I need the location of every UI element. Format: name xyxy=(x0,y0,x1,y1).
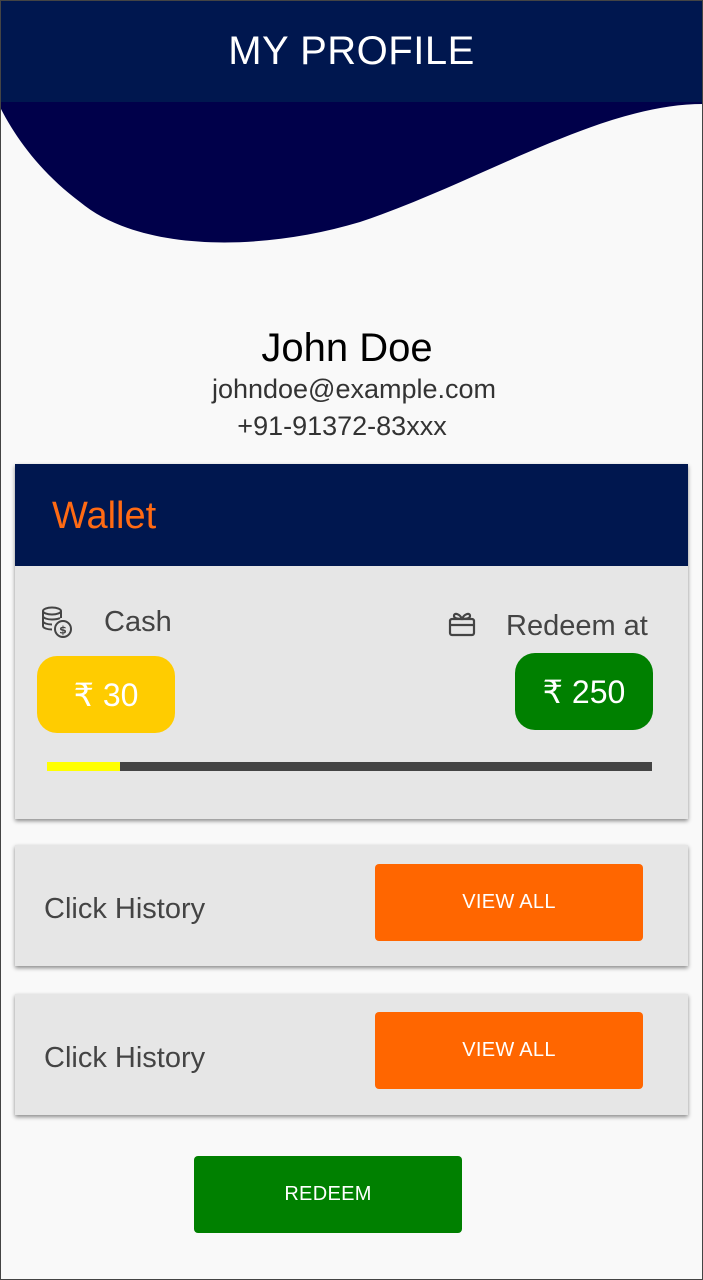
wallet-progress-bar xyxy=(47,762,652,771)
click-history-card: Click History VIEW ALL xyxy=(15,845,688,966)
cash-balance-badge: ₹ 30 xyxy=(37,656,175,733)
page-title: MY PROFILE xyxy=(228,29,475,73)
profile-name: John Doe xyxy=(261,326,433,370)
wallet-header: Wallet xyxy=(15,464,688,566)
redeem-threshold-value: ₹ 250 xyxy=(542,673,626,710)
coins-icon: $ xyxy=(40,606,74,645)
click-history-label: Click History xyxy=(44,893,206,925)
cash-balance-value: ₹ 30 xyxy=(73,676,139,713)
wallet-progress-fill xyxy=(47,762,120,771)
redeem-at-label: Redeem at xyxy=(506,610,648,642)
profile-phone: +91-91372-83xxx xyxy=(237,411,447,441)
click-history-label: Click History xyxy=(44,1042,206,1074)
click-history-card: Click History VIEW ALL xyxy=(15,994,688,1115)
wallet-title: Wallet xyxy=(52,495,157,537)
gift-icon xyxy=(447,609,477,644)
header-wave xyxy=(0,102,703,243)
wallet-card: Wallet $ Cash Redeem at ₹ 30 ₹ 250 xyxy=(15,464,688,819)
redeem-threshold-badge: ₹ 250 xyxy=(515,653,653,730)
view-all-button[interactable]: VIEW ALL xyxy=(375,1012,643,1089)
view-all-button[interactable]: VIEW ALL xyxy=(375,864,643,941)
app-header: MY PROFILE xyxy=(0,0,703,103)
cash-label: Cash xyxy=(104,606,172,638)
redeem-button[interactable]: REDEEM xyxy=(194,1156,462,1233)
svg-text:$: $ xyxy=(59,624,67,637)
profile-email: johndoe@example.com xyxy=(211,374,497,404)
